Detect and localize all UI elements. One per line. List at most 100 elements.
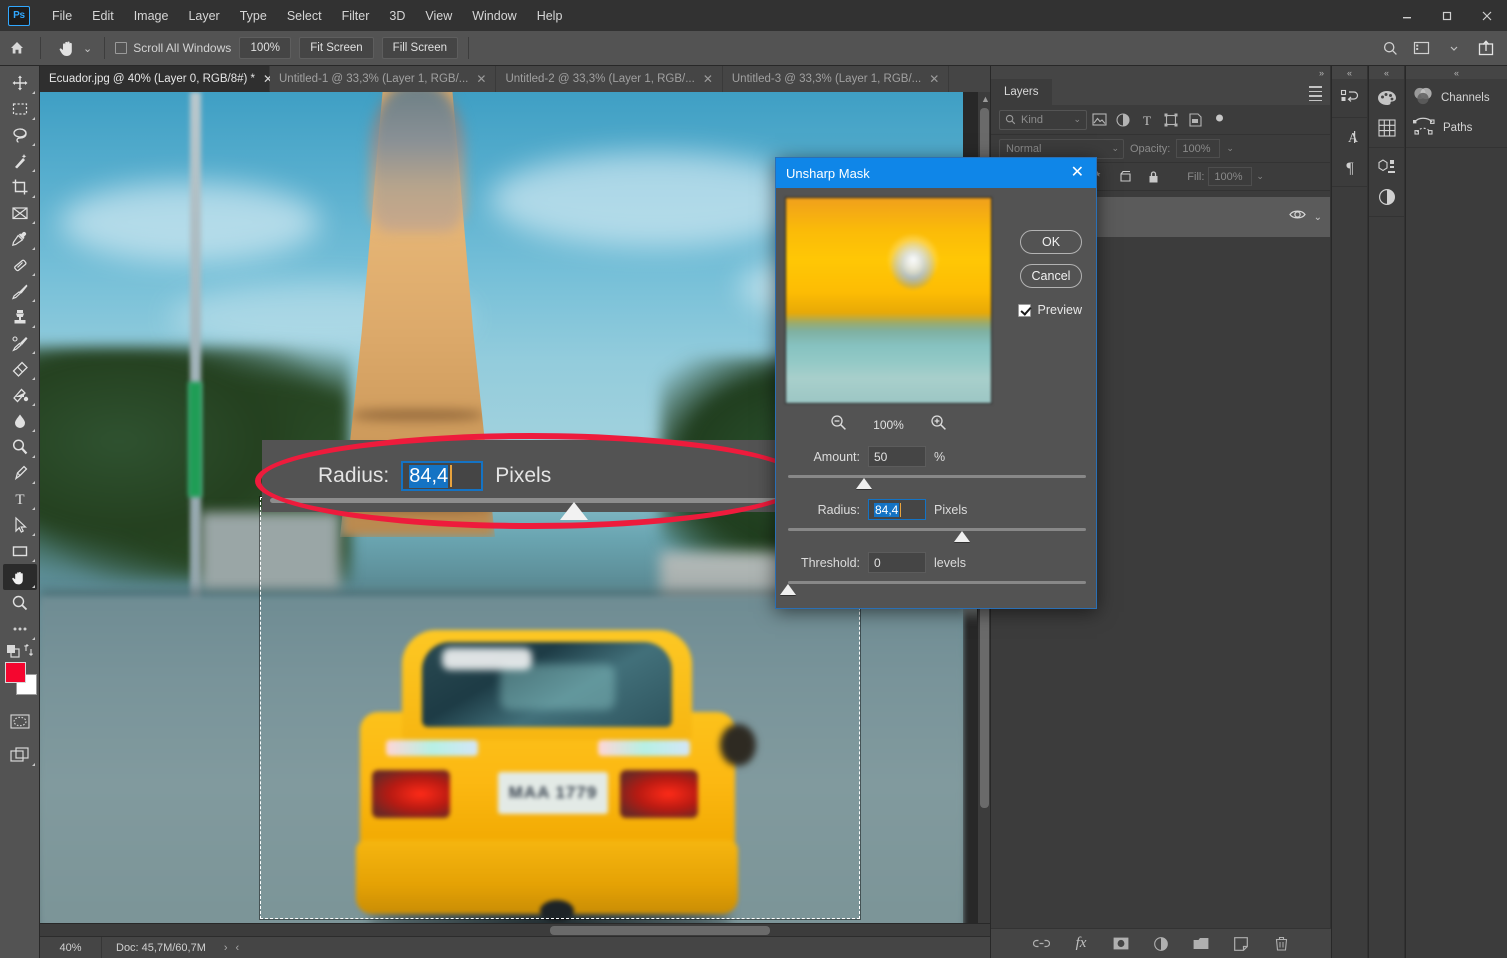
add-layer-mask-icon[interactable] <box>1111 934 1131 954</box>
collapse-rail-icon[interactable]: « <box>1369 66 1404 79</box>
eraser-tool[interactable] <box>3 356 37 382</box>
screen-mode-icon[interactable] <box>3 742 37 768</box>
type-layer-filter-icon[interactable]: T <box>1135 109 1159 131</box>
status-zoom-level[interactable]: 40% <box>40 937 102 958</box>
chevron-down-icon[interactable] <box>1439 33 1469 63</box>
pen-tool[interactable] <box>3 460 37 486</box>
menu-item-image[interactable]: Image <box>124 4 179 28</box>
chevron-down-icon[interactable]: ⌄ <box>1111 143 1119 154</box>
menu-item-filter[interactable]: Filter <box>332 4 380 28</box>
dodge-tool[interactable] <box>3 434 37 460</box>
menu-item-layer[interactable]: Layer <box>178 4 229 28</box>
share-icon[interactable] <box>1471 33 1501 63</box>
eyedropper-tool[interactable] <box>3 226 37 252</box>
threshold-input[interactable]: 0 <box>868 552 926 573</box>
document-tab-untitled-2[interactable]: Untitled-2 @ 33,3% (Layer 1, RGB/... ✕ <box>496 66 722 92</box>
zoom-100-button[interactable]: 100% <box>239 37 291 59</box>
menu-item-edit[interactable]: Edit <box>82 4 124 28</box>
panel-item-channels[interactable]: Channels <box>1406 83 1507 113</box>
collapse-rail-icon[interactable]: « <box>1332 66 1367 79</box>
menu-item-help[interactable]: Help <box>527 4 573 28</box>
dialog-preview-thumbnail[interactable] <box>785 197 992 404</box>
shape-layer-filter-icon[interactable] <box>1159 109 1183 131</box>
zoom-tool[interactable] <box>3 590 37 616</box>
amount-slider[interactable] <box>788 475 1086 491</box>
minimize-button[interactable] <box>1387 0 1427 31</box>
preview-checkbox[interactable]: Preview <box>1018 303 1082 317</box>
history-icon[interactable] <box>1332 83 1367 113</box>
pixel-layer-filter-icon[interactable] <box>1087 109 1111 131</box>
adjustment-layer-filter-icon[interactable] <box>1111 109 1135 131</box>
hamburger-menu-icon[interactable] <box>1309 86 1322 104</box>
3d-icon[interactable] <box>1369 152 1404 182</box>
tab-layers[interactable]: Layers <box>991 79 1052 105</box>
close-icon[interactable]: ✕ <box>476 72 486 86</box>
smart-object-filter-icon[interactable] <box>1183 109 1207 131</box>
magnified-radius-slider[interactable] <box>262 496 810 522</box>
threshold-slider[interactable] <box>788 581 1086 597</box>
tool-preset-chevron-down-icon[interactable]: ⌄ <box>83 42 92 55</box>
home-icon[interactable] <box>0 31 34 66</box>
fill-chevron-down-icon[interactable]: ⌄ <box>1256 171 1264 182</box>
chevron-down-icon[interactable]: ⌄ <box>1073 114 1081 125</box>
zoom-in-icon[interactable] <box>930 414 947 436</box>
eye-icon[interactable] <box>1289 208 1306 226</box>
current-tool-hand-tool-icon[interactable]: ⌄ <box>47 31 98 66</box>
collapse-rail-icon[interactable]: « <box>1406 66 1507 79</box>
slider-handle[interactable] <box>856 478 872 489</box>
layer-chevron-down-icon[interactable]: ⌄ <box>1314 212 1322 223</box>
blend-mode-select[interactable]: Normal ⌄ <box>999 139 1124 159</box>
adjustments-icon[interactable] <box>1369 182 1404 212</box>
filter-kind-select[interactable]: Kind ⌄ <box>999 110 1087 130</box>
amount-input[interactable]: 50 <box>868 446 926 467</box>
fill-screen-button[interactable]: Fill Screen <box>382 37 458 59</box>
color-swatches-icon[interactable] <box>1369 83 1404 113</box>
filter-toggle-icon[interactable] <box>1207 109 1231 131</box>
link-layers-icon[interactable] <box>1031 934 1051 954</box>
close-button[interactable] <box>1467 0 1507 31</box>
opacity-input[interactable]: 100% <box>1176 139 1220 158</box>
slider-handle[interactable] <box>954 531 970 542</box>
magic-wand-tool[interactable] <box>3 148 37 174</box>
search-icon[interactable] <box>1375 33 1405 63</box>
menu-item-file[interactable]: File <box>42 4 82 28</box>
slider-handle[interactable] <box>780 584 796 595</box>
quick-mask-icon[interactable] <box>3 708 37 734</box>
horizontal-scroll-thumb[interactable] <box>550 926 770 935</box>
character-icon[interactable]: A <box>1332 122 1367 152</box>
color-swatches[interactable] <box>3 660 37 700</box>
radius-input[interactable]: 84,4 <box>868 499 926 520</box>
status-next-arrow-icon[interactable]: › <box>220 942 232 954</box>
collapse-panel-icon[interactable]: » <box>1319 68 1324 78</box>
move-tool[interactable] <box>3 70 37 96</box>
rectangle-tool[interactable] <box>3 538 37 564</box>
edit-toolbar-tool[interactable] <box>3 616 37 642</box>
menu-item-3d[interactable]: 3D <box>379 4 415 28</box>
close-icon[interactable]: ✕ <box>703 72 713 86</box>
history-brush-tool[interactable] <box>3 330 37 356</box>
fill-input[interactable]: 100% <box>1208 167 1252 186</box>
menu-item-window[interactable]: Window <box>462 4 526 28</box>
type-tool[interactable]: T <box>3 486 37 512</box>
slider-handle[interactable] <box>560 502 588 520</box>
document-tab-untitled-3[interactable]: Untitled-3 @ 33,3% (Layer 1, RGB/... ✕ <box>723 66 949 92</box>
new-group-icon[interactable] <box>1191 934 1211 954</box>
lasso-tool[interactable] <box>3 122 37 148</box>
canvas-horizontal-scrollbar[interactable] <box>40 923 990 936</box>
document-tab-untitled-1[interactable]: Untitled-1 @ 33,3% (Layer 1, RGB/... ✕ <box>270 66 496 92</box>
scroll-all-windows-checkbox[interactable]: Scroll All Windows <box>115 41 231 55</box>
scroll-up-arrow-icon[interactable]: ▲ <box>981 94 990 104</box>
close-icon[interactable]: ✕ <box>929 72 939 86</box>
dialog-title-bar[interactable]: Unsharp Mask ✕ <box>776 158 1096 188</box>
menu-item-view[interactable]: View <box>415 4 462 28</box>
status-prev-arrow-icon[interactable]: ‹ <box>232 942 244 954</box>
crop-tool[interactable] <box>3 174 37 200</box>
cancel-button[interactable]: Cancel <box>1020 264 1082 288</box>
opacity-chevron-down-icon[interactable]: ⌄ <box>1226 143 1234 154</box>
lock-artboard-icon[interactable] <box>1113 166 1137 188</box>
frame-tool[interactable] <box>3 200 37 226</box>
ok-button[interactable]: OK <box>1020 230 1082 254</box>
menu-item-type[interactable]: Type <box>230 4 277 28</box>
path-selection-tool[interactable] <box>3 512 37 538</box>
clone-stamp-tool[interactable] <box>3 304 37 330</box>
